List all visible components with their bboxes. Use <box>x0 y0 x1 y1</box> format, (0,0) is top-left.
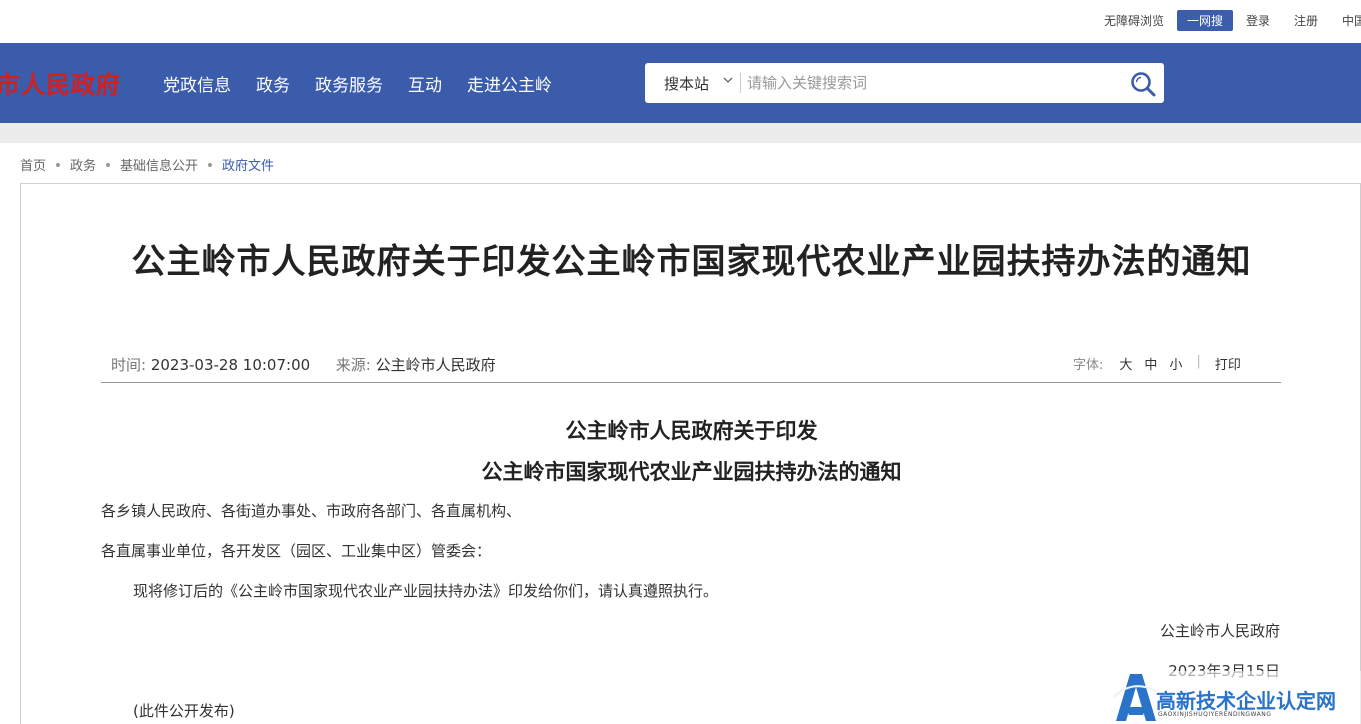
body-paragraph: 现将修订后的《公主岭市国家现代农业产业园扶持办法》印发给你们，请认真遵照执行。 <box>133 582 719 600</box>
breadcrumb-gov-documents[interactable]: 政府文件 <box>222 155 274 174</box>
nav-item-party-gov-info[interactable]: 党政信息 <box>163 71 231 96</box>
search-divider <box>740 73 741 93</box>
article-source: 公主岭市人民政府 <box>375 356 496 374</box>
breadcrumb-home[interactable]: 首页 <box>20 155 46 174</box>
search-box: 搜本站 <box>645 63 1164 103</box>
article-meta: 时间: 2023-03-28 10:07:00 来源: 公主岭市人民政府 <box>111 354 496 375</box>
font-large-button[interactable]: 大 <box>1119 354 1132 373</box>
time-label: 时间: <box>111 356 147 374</box>
breadcrumb-basic-info[interactable]: 基础信息公开 <box>120 155 198 174</box>
tools-separator: | <box>1196 354 1201 369</box>
watermark-text: 高新技术企业认定网 <box>1156 689 1336 713</box>
search-input[interactable] <box>747 69 1107 97</box>
login-link[interactable]: 登录 <box>1246 12 1270 29</box>
source-label: 来源: <box>335 356 371 374</box>
breadcrumb-separator <box>56 162 61 167</box>
watermark-logo-icon <box>1113 674 1157 721</box>
nav-item-gov-services[interactable]: 政务服务 <box>315 71 383 96</box>
meta-divider <box>101 382 1281 383</box>
article-container: 公主岭市人民政府关于印发公主岭市国家现代农业产业园扶持办法的通知 时间: 202… <box>20 183 1361 724</box>
font-small-button[interactable]: 小 <box>1169 354 1182 373</box>
one-search-button[interactable]: 一网搜 <box>1177 10 1234 31</box>
nav-item-interaction[interactable]: 互动 <box>408 71 442 96</box>
site-logo[interactable]: 市人民政府 <box>0 65 121 100</box>
accessibility-link[interactable]: 无障碍浏览 <box>1104 12 1164 29</box>
site-header: 市人民政府 党政信息 政务 政务服务 互动 走进公主岭 搜本站 <box>0 43 1361 123</box>
main-nav: 党政信息 政务 政务服务 互动 走进公主岭 <box>163 71 577 96</box>
top-utility-bar: 无障碍浏览 一网搜 登录 注册 中国 <box>0 0 1361 43</box>
print-button[interactable]: 打印 <box>1215 354 1241 373</box>
breadcrumb-government-affairs[interactable]: 政务 <box>70 155 96 174</box>
search-icon[interactable] <box>1129 70 1157 98</box>
doc-heading-line-1: 公主岭市人民政府关于印发 <box>565 419 818 443</box>
breadcrumb-separator <box>208 162 213 167</box>
article-tools: 字体: 大 中 小 | 打印 <box>1073 354 1253 373</box>
article-title: 公主岭市人民政府关于印发公主岭市国家现代农业产业园扶持办法的通知 <box>131 242 1252 282</box>
nav-item-about-city[interactable]: 走进公主岭 <box>467 71 552 96</box>
search-scope-select[interactable]: 搜本站 <box>664 73 709 94</box>
site-watermark: 高新技术企业认定网 GAOXINJISHUQIYERENDINGWANG <box>1112 671 1361 724</box>
nav-item-government-affairs[interactable]: 政务 <box>256 71 290 96</box>
addressee-line-2: 各直属事业单位，各开发区（园区、工业集中区）管委会： <box>101 542 492 560</box>
breadcrumb-separator <box>106 162 111 167</box>
signature: 公主岭市人民政府 <box>1159 622 1280 640</box>
watermark-subtext: GAOXINJISHUQIYERENDINGWANG <box>1158 711 1272 718</box>
publish-time: 2023-03-28 10:07:00 <box>150 356 311 374</box>
font-medium-button[interactable]: 中 <box>1144 354 1157 373</box>
doc-heading-line-2: 公主岭市国家现代农业产业园扶持办法的通知 <box>481 460 902 484</box>
font-size-label: 字体: <box>1073 358 1104 373</box>
register-link[interactable]: 注册 <box>1294 12 1318 29</box>
header-shadow-band <box>0 123 1361 143</box>
publication-note: (此件公开发布) <box>133 702 235 720</box>
addressee-line-1: 各乡镇人民政府、各街道办事处、市政府各部门、各直属机构、 <box>101 502 522 520</box>
breadcrumb: 首页 政务 基础信息公开 政府文件 <box>20 155 274 174</box>
china-link[interactable]: 中国 <box>1342 12 1361 29</box>
chevron-down-icon[interactable] <box>723 75 733 85</box>
